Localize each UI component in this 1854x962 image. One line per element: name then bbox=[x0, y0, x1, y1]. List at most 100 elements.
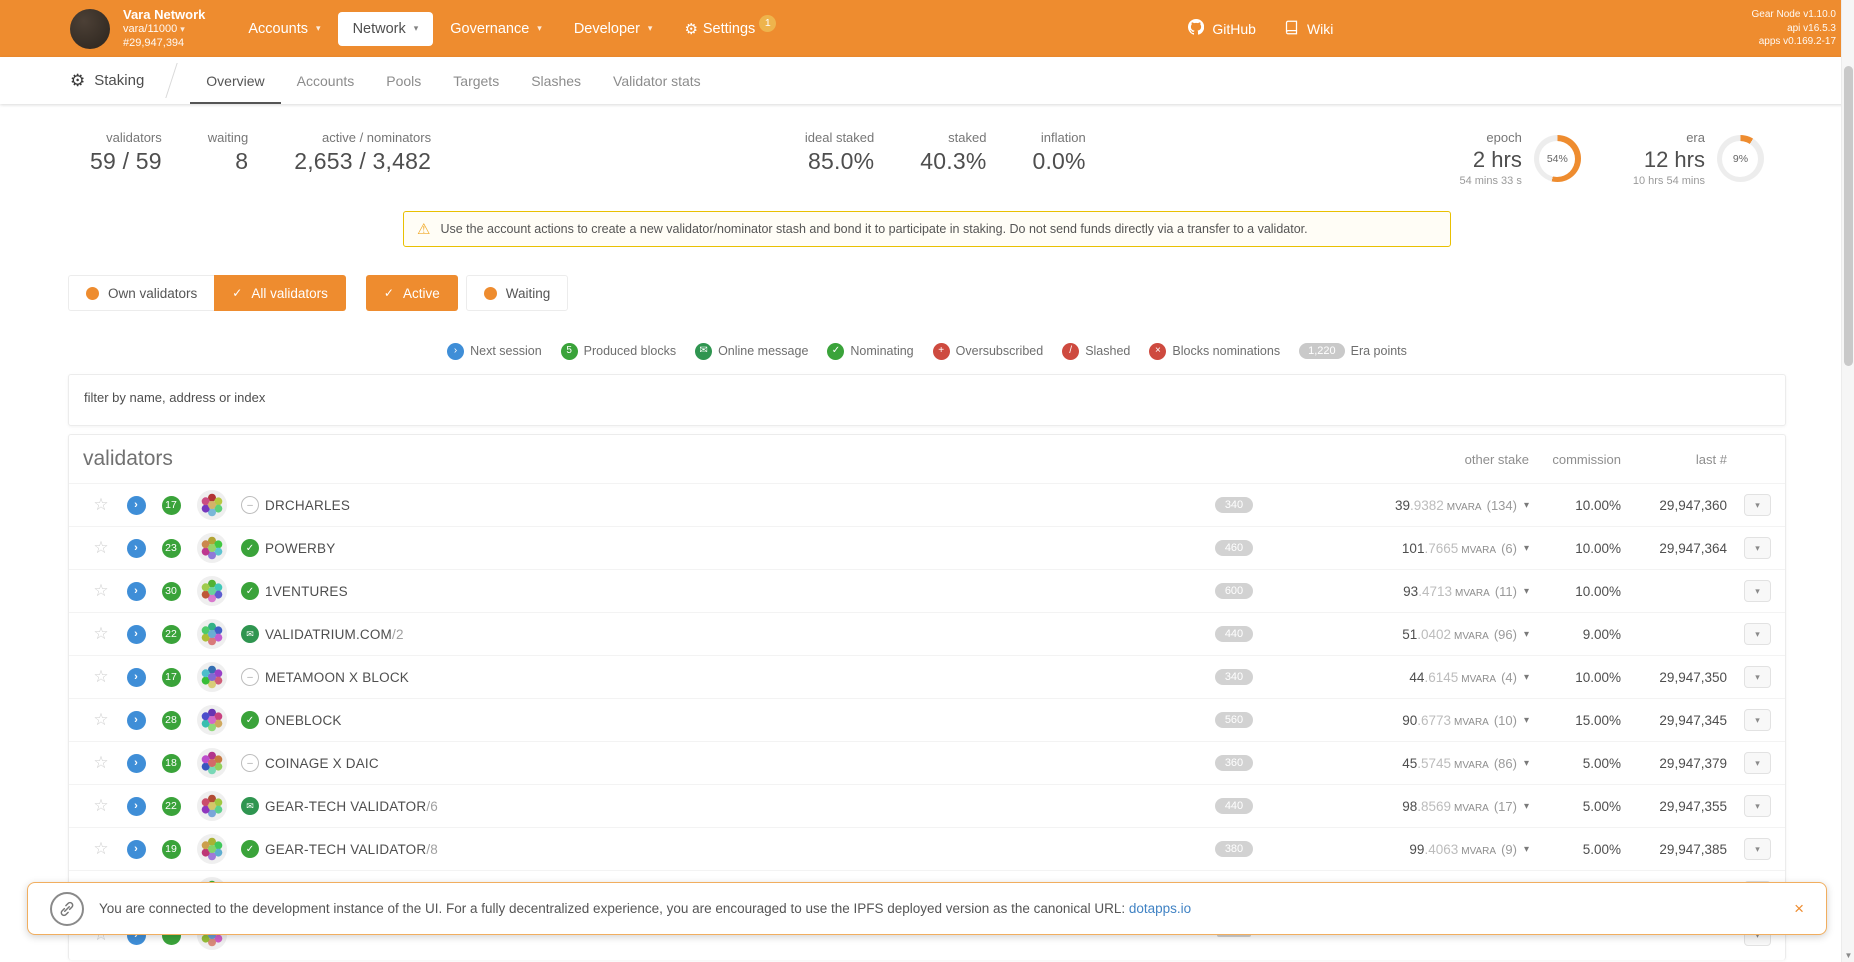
close-icon[interactable]: × bbox=[1794, 899, 1804, 919]
validator-name[interactable]: ONEBLOCK bbox=[265, 713, 1189, 728]
chain-selector[interactable]: vara/11000 ▾ bbox=[123, 23, 205, 37]
menu-accounts[interactable]: Accounts ▾ bbox=[233, 12, 335, 46]
other-stake-value: 93.4713 MVARA (11) ▾ bbox=[1403, 583, 1529, 599]
dotapps-link[interactable]: dotapps.io bbox=[1129, 901, 1191, 916]
stat-active-nominators: active / nominators 2,653 / 3,482 bbox=[294, 130, 432, 174]
validator-name[interactable]: 1VENTURES bbox=[265, 584, 1189, 599]
github-link[interactable]: GitHub bbox=[1188, 18, 1256, 38]
filter-active[interactable]: ✓ Active bbox=[365, 275, 458, 311]
stake-unit: MVARA bbox=[1446, 501, 1482, 513]
favorite-star-icon[interactable]: ☆ bbox=[93, 667, 108, 687]
row-expand-button[interactable]: ▾ bbox=[1744, 666, 1771, 688]
favorite-star-icon[interactable]: ☆ bbox=[93, 796, 108, 816]
validator-name[interactable]: DRCHARLES bbox=[265, 498, 1189, 513]
favorite-star-icon[interactable]: ☆ bbox=[93, 495, 108, 515]
legend-era-points: 1,220 Era points bbox=[1299, 343, 1407, 359]
validator-identicon[interactable] bbox=[189, 791, 235, 821]
validator-identicon[interactable] bbox=[189, 705, 235, 735]
last-block-value: 29,947,355 bbox=[1659, 798, 1727, 814]
row-expand-button[interactable]: ▾ bbox=[1744, 623, 1771, 645]
filter-waiting[interactable]: Waiting bbox=[465, 275, 569, 311]
other-stake-value: 98.8569 MVARA (17) ▾ bbox=[1402, 798, 1529, 814]
validator-status-icon: ✉ bbox=[241, 625, 259, 643]
validator-name-suffix: /2 bbox=[392, 626, 404, 642]
filter-all-validators[interactable]: ✓ All validators bbox=[214, 275, 346, 311]
row-expand-button[interactable]: ▾ bbox=[1744, 838, 1771, 860]
validator-name[interactable]: METAMOON X BLOCK bbox=[265, 670, 1189, 685]
filter-card bbox=[68, 374, 1786, 426]
era-progress-ring: 9% bbox=[1716, 135, 1764, 182]
oversubscribed-icon: + bbox=[932, 342, 950, 360]
scrollbar-thumb[interactable] bbox=[1844, 66, 1853, 366]
tab-pools[interactable]: Pools bbox=[370, 57, 437, 104]
status-legend: › Next session 5 Produced blocks ✉ Onlin… bbox=[0, 341, 1854, 361]
validator-identicon[interactable] bbox=[189, 576, 235, 606]
favorite-star-icon[interactable]: ☆ bbox=[93, 581, 108, 601]
message-icon: ✉ bbox=[695, 342, 713, 360]
legend-next-session: › Next session bbox=[447, 342, 542, 360]
next-session-icon: › bbox=[126, 495, 146, 515]
network-logo[interactable] bbox=[70, 8, 110, 49]
validator-name[interactable]: POWERBY bbox=[265, 541, 1189, 556]
validator-identicon[interactable] bbox=[189, 619, 235, 649]
validator-identicon[interactable] bbox=[189, 662, 235, 692]
tab-slashes[interactable]: Slashes bbox=[515, 57, 597, 104]
favorite-star-icon[interactable]: ☆ bbox=[93, 624, 108, 644]
table-header: validators other stake commission last # bbox=[69, 435, 1785, 483]
produced-blocks-count: 30 bbox=[161, 581, 181, 601]
menu-network[interactable]: Network ▾ bbox=[337, 11, 434, 46]
row-expand-button[interactable]: ▾ bbox=[1744, 494, 1771, 516]
next-session-icon: › bbox=[126, 753, 146, 773]
favorite-star-icon[interactable]: ☆ bbox=[93, 839, 108, 859]
wiki-link[interactable]: Wiki bbox=[1284, 19, 1333, 38]
era-points-badge: 340 bbox=[1214, 669, 1254, 685]
validator-name[interactable]: VALIDATRIUM.COM/2 bbox=[265, 627, 1189, 642]
favorite-star-icon[interactable]: ☆ bbox=[93, 753, 108, 773]
stat-ideal-staked: ideal staked 85.0% bbox=[804, 130, 875, 174]
next-session-icon: › bbox=[126, 839, 146, 859]
check-icon: ✓ bbox=[232, 286, 243, 300]
tab-validator-stats[interactable]: Validator stats bbox=[597, 57, 717, 104]
validator-row: ☆ › 22 ✉ GEAR-TECH VALIDATOR/6 440 98.85… bbox=[69, 784, 1785, 827]
other-stake-value: 99.4063 MVARA (9) ▾ bbox=[1409, 841, 1529, 857]
favorite-star-icon[interactable]: ☆ bbox=[93, 710, 108, 730]
tab-targets[interactable]: Targets bbox=[437, 57, 515, 104]
row-expand-button[interactable]: ▾ bbox=[1744, 752, 1771, 774]
validator-identicon[interactable] bbox=[189, 490, 235, 520]
toggle-dot-icon bbox=[86, 286, 99, 300]
row-expand-button[interactable]: ▾ bbox=[1744, 580, 1771, 602]
staked-group: ideal staked 85.0% staked 40.3% inflatio… bbox=[805, 130, 1086, 175]
validator-name[interactable]: GEAR-TECH VALIDATOR/8 bbox=[265, 842, 1189, 857]
row-expand-button[interactable]: ▾ bbox=[1744, 709, 1771, 731]
tab-bar: ⚙ Staking Overview Accounts Pools Target… bbox=[0, 57, 1854, 104]
toggle-dot-icon bbox=[483, 286, 497, 300]
favorite-star-icon[interactable]: ☆ bbox=[93, 538, 108, 558]
last-block-value: 29,947,350 bbox=[1659, 669, 1727, 685]
nominator-count: (96) bbox=[1493, 626, 1517, 642]
validator-name[interactable]: GEAR-TECH VALIDATOR/6 bbox=[265, 799, 1189, 814]
filter-own-validators[interactable]: Own validators bbox=[68, 275, 215, 311]
menu-settings[interactable]: ⚙ Settings 1 bbox=[669, 11, 777, 47]
commission-value: 10.00% bbox=[1575, 540, 1621, 556]
scroll-down-arrow[interactable]: ▼ bbox=[1842, 951, 1854, 960]
commission-value: 10.00% bbox=[1575, 583, 1621, 599]
validator-name[interactable]: COINAGE X DAIC bbox=[265, 756, 1189, 771]
row-expand-button[interactable]: ▾ bbox=[1744, 795, 1771, 817]
validator-identicon[interactable] bbox=[189, 834, 235, 864]
other-stake-value: 45.5745 MVARA (86) ▾ bbox=[1402, 755, 1529, 771]
tab-overview[interactable]: Overview bbox=[190, 57, 280, 104]
menu-governance[interactable]: Governance ▾ bbox=[435, 12, 557, 46]
api-version: api v16.5.3 bbox=[1787, 22, 1836, 34]
row-expand-button[interactable]: ▾ bbox=[1744, 537, 1771, 559]
validator-identicon[interactable] bbox=[189, 748, 235, 778]
era-points-badge: 560 bbox=[1214, 712, 1254, 728]
counts-group: validators 59 / 59 waiting 8 active / no… bbox=[90, 130, 431, 175]
validator-identicon[interactable] bbox=[189, 533, 235, 563]
legend-produced-blocks: 5 Produced blocks bbox=[560, 342, 676, 360]
era-points-badge: 1,220 bbox=[1299, 343, 1345, 359]
validator-filter-input[interactable] bbox=[84, 383, 724, 411]
menu-developer[interactable]: Developer ▾ bbox=[559, 12, 668, 46]
tab-accounts[interactable]: Accounts bbox=[281, 57, 371, 104]
nominator-count: (10) bbox=[1493, 712, 1517, 728]
next-session-icon: › bbox=[126, 581, 146, 601]
